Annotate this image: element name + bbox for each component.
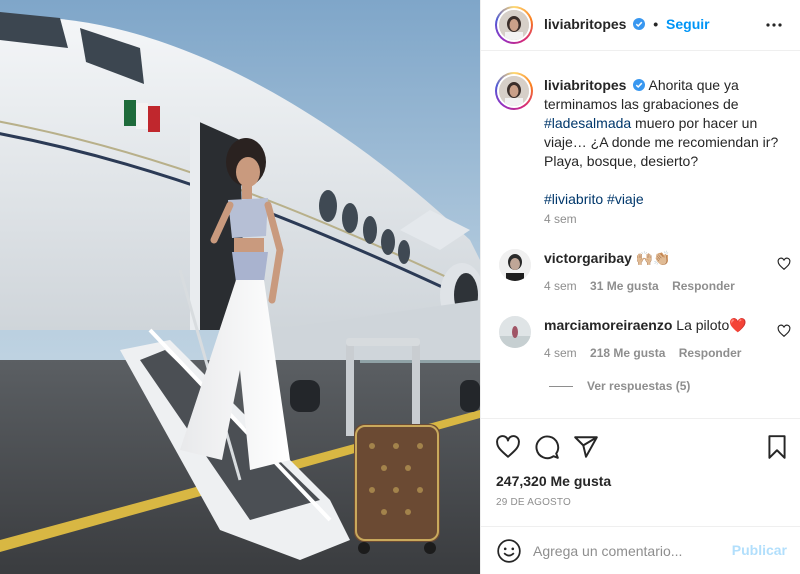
author-avatar[interactable] — [495, 6, 533, 44]
comment-username[interactable]: marciamoreiraenzo — [544, 317, 672, 333]
comment-likes[interactable]: 218 Me gusta — [590, 346, 665, 360]
view-replies-label: Ver respuestas (5) — [587, 379, 691, 393]
comment-text: 🙌🏼👏🏼 — [635, 250, 671, 266]
comment-item: marciamoreiraenzo La piloto❤️ — [544, 316, 784, 334]
comment-meta: 4 sem 218 Me gusta Responder — [544, 346, 741, 360]
caption: liviabritopes Ahorita que ya terminamos … — [544, 76, 789, 209]
hashtag-link[interactable]: #liviabrito — [544, 191, 603, 207]
hashtag-link[interactable]: #ladesalmada — [544, 115, 631, 131]
like-comment-icon[interactable] — [777, 324, 791, 338]
hashtag-link[interactable]: #viaje — [607, 191, 644, 207]
caption-username[interactable]: liviabritopes — [544, 77, 626, 93]
heart-icon[interactable] — [495, 434, 521, 460]
caption-avatar[interactable] — [495, 72, 533, 110]
likes-count[interactable]: 247,320 Me gusta — [496, 473, 611, 489]
commenter-avatar[interactable] — [499, 249, 531, 281]
comment-meta: 4 sem 31 Me gusta Responder — [544, 279, 735, 293]
post-side-panel: liviabritopes • Seguir liviabritopes Aho… — [480, 0, 800, 574]
comment-username[interactable]: victorgaribay — [544, 250, 632, 266]
comment-time[interactable]: 4 sem — [544, 279, 577, 293]
add-comment-bar: Publicar — [481, 526, 800, 574]
post-photo[interactable] — [0, 0, 480, 574]
verified-badge-icon — [633, 18, 646, 30]
header-line: liviabritopes • Seguir — [544, 16, 710, 32]
post-actions: 247,320 Me gusta 29 DE AGOSTO — [481, 418, 800, 518]
comment-icon[interactable] — [534, 434, 560, 460]
comment-text: La piloto❤️ — [676, 317, 747, 333]
more-options-icon[interactable] — [763, 16, 785, 34]
author-username[interactable]: liviabritopes — [544, 16, 626, 32]
caption-time[interactable]: 4 sem — [544, 212, 577, 226]
comment-time[interactable]: 4 sem — [544, 346, 577, 360]
post-header: liviabritopes • Seguir — [481, 0, 800, 51]
view-replies-button[interactable]: Ver respuestas (5) — [549, 379, 690, 393]
reply-button[interactable]: Responder — [672, 279, 735, 293]
share-icon[interactable] — [573, 434, 599, 460]
reply-button[interactable]: Responder — [679, 346, 742, 360]
comment-item: victorgaribay 🙌🏼👏🏼 — [544, 249, 784, 267]
comment-input[interactable] — [533, 538, 723, 564]
replies-divider — [549, 385, 573, 387]
header-separator: • — [653, 16, 659, 32]
follow-button[interactable]: Seguir — [666, 16, 710, 32]
verified-badge-icon — [633, 79, 646, 91]
bookmark-icon[interactable] — [764, 434, 790, 460]
like-comment-icon[interactable] — [777, 257, 791, 271]
emoji-icon[interactable] — [496, 538, 522, 564]
post-date[interactable]: 29 DE AGOSTO — [496, 497, 571, 508]
publish-button[interactable]: Publicar — [732, 542, 787, 558]
commenter-avatar[interactable] — [499, 316, 531, 348]
comment-likes[interactable]: 31 Me gusta — [590, 279, 659, 293]
comments-section[interactable]: liviabritopes Ahorita que ya terminamos … — [481, 52, 800, 418]
